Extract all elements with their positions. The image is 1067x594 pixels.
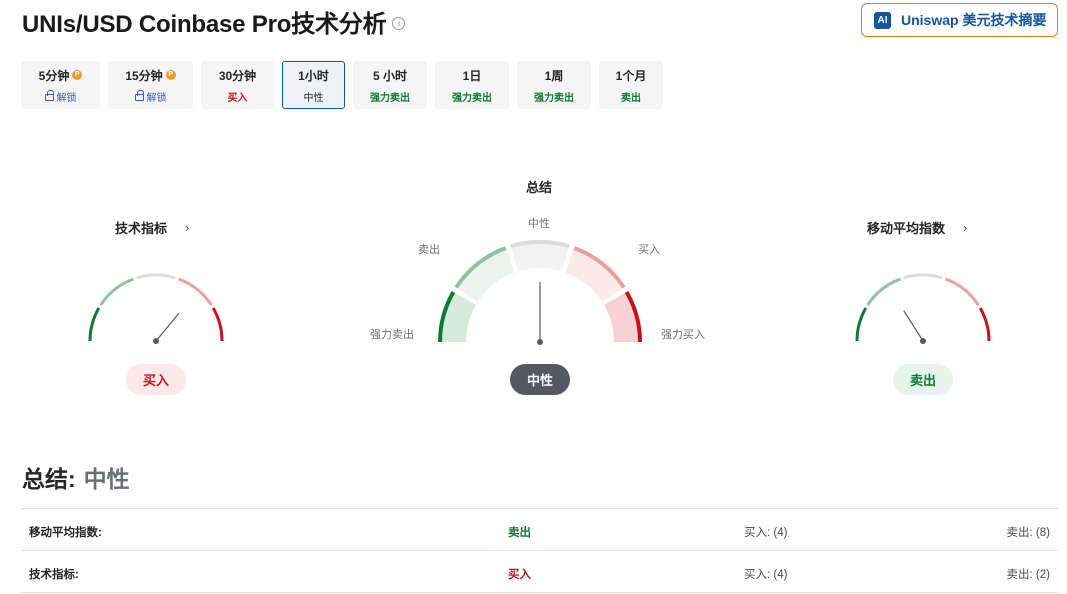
- gauge-arc-neutral: [903, 273, 943, 280]
- tab-status: 强力卖出: [534, 92, 574, 104]
- summary-title: 总结: [526, 180, 553, 195]
- tab-label: 1日: [462, 68, 482, 83]
- gauge-needle: [155, 312, 180, 342]
- row-signal: 卖出: [508, 527, 531, 539]
- lock-icon: [44, 90, 54, 101]
- tab-1month[interactable]: 1个月 卖出: [599, 61, 663, 109]
- gauge-label-strong-sell: 强力卖出: [370, 329, 414, 341]
- tab-30min[interactable]: 30分钟 买入: [201, 61, 274, 109]
- row-sell-count: 卖出: (2): [1006, 569, 1050, 581]
- gauge-arc-sell: [866, 277, 901, 306]
- gauge-needle-pivot: [920, 338, 926, 344]
- gauge-arc-strong-buy: [978, 307, 991, 342]
- table-row-moving-averages: 移动平均指数: 卖出 买入: (4) 卖出: (8): [21, 509, 1058, 551]
- tab-label: 15分钟: [125, 68, 163, 83]
- tab-15min[interactable]: 15分钟 P 解锁: [108, 61, 193, 109]
- tab-label: 30分钟: [218, 68, 257, 83]
- tab-1week[interactable]: 1周 强力卖出: [517, 61, 591, 109]
- chevron-right-icon: ›: [185, 220, 190, 235]
- technical-indicators-gauge: [88, 273, 224, 344]
- summary-status-badge: 中性: [510, 364, 570, 395]
- gauge-arc-buy: [178, 277, 213, 306]
- moving-averages-link[interactable]: 移动平均指数 ›: [867, 218, 967, 237]
- row-name: 技术指标:: [29, 569, 79, 581]
- gauge-arc-sell: [99, 277, 134, 306]
- summary-heading-label: 总结:: [22, 466, 76, 492]
- gauge-band-neutral: [510, 242, 570, 272]
- gauge-arc-buy: [945, 277, 980, 306]
- summary-heading: 总结: 中性: [22, 460, 130, 494]
- technical-indicators-title: 技术指标: [115, 221, 168, 236]
- summary-gauge: [438, 240, 642, 345]
- moving-averages-gauge: [855, 273, 991, 344]
- chevron-right-icon: ›: [963, 220, 968, 235]
- moving-averages-status-badge: 卖出: [893, 364, 953, 395]
- gauge-arc-strong-buy: [211, 307, 224, 342]
- gauge-arc-strong-sell: [88, 307, 101, 342]
- tab-label: 1周: [544, 68, 564, 83]
- tab-status: 解锁: [146, 92, 167, 104]
- row-buy-count: 买入: (4): [744, 569, 788, 581]
- technical-indicators-link[interactable]: 技术指标 ›: [115, 218, 189, 237]
- gauge-label-strong-buy: 强力买入: [661, 329, 705, 341]
- tab-status: 强力卖出: [452, 92, 492, 104]
- summary-table: 移动平均指数: 卖出 买入: (4) 卖出: (8) 技术指标: 买入 买入: …: [21, 508, 1058, 593]
- gauge-needle-pivot: [537, 339, 543, 345]
- moving-averages-title: 移动平均指数: [867, 221, 946, 236]
- tab-label: 5分钟: [38, 68, 70, 83]
- tab-1day[interactable]: 1日 强力卖出: [435, 61, 509, 109]
- row-buy-count: 买入: (4): [744, 527, 788, 539]
- gauge-band-strong-sell: [440, 292, 476, 342]
- gauge-label-neutral: 中性: [528, 218, 550, 230]
- ai-icon: AI: [874, 11, 891, 29]
- gauge-needle: [903, 310, 924, 342]
- tab-1hour[interactable]: 1小时 中性: [282, 61, 345, 109]
- technical-status-badge: 买入: [126, 364, 186, 395]
- page-title: UNIs/USD Coinbase Pro技术分析 i: [22, 4, 406, 39]
- tab-5hour[interactable]: 5 小时 强力卖出: [353, 61, 427, 109]
- timeframe-tabs: 5分钟 P 解锁 15分钟 P 解锁 30分钟 买入 1小时 中性 5 小时 强力卖…: [21, 61, 663, 109]
- row-name: 移动平均指数:: [29, 527, 102, 539]
- tab-status: 解锁: [56, 92, 77, 104]
- gauge-arc-strong-sell: [855, 307, 868, 342]
- tab-label: 1小时: [298, 68, 329, 83]
- row-signal: 买入: [508, 569, 531, 581]
- tab-status: 中性: [303, 92, 324, 104]
- tab-5min[interactable]: 5分钟 P 解锁: [21, 61, 100, 109]
- table-row-technical-indicators: 技术指标: 买入 买入: (4) 卖出: (2): [21, 551, 1058, 593]
- pro-icon: P: [165, 70, 176, 80]
- row-sell-count: 卖出: (8): [1006, 527, 1050, 539]
- gauge-needle-pivot: [153, 338, 159, 344]
- tab-label: 1个月: [615, 68, 647, 83]
- info-icon[interactable]: i: [392, 17, 406, 30]
- tab-label: 5 小时: [372, 68, 407, 83]
- ai-summary-label: Uniswap 美元技术摘要: [901, 12, 1047, 28]
- gauge-band-strong-buy: [604, 292, 640, 342]
- summary-gauge-title: 总结: [526, 177, 552, 196]
- tab-status: 买入: [227, 92, 248, 104]
- ai-summary-button[interactable]: AI Uniswap 美元技术摘要: [861, 3, 1058, 37]
- pro-icon: P: [72, 70, 83, 80]
- gauge-arc-neutral: [136, 273, 176, 280]
- tab-status: 强力卖出: [370, 92, 410, 104]
- page-title-text: UNIs/USD Coinbase Pro技术分析: [22, 11, 387, 38]
- lock-icon: [134, 90, 144, 101]
- tab-status: 卖出: [621, 92, 641, 104]
- summary-heading-value: 中性: [83, 466, 130, 492]
